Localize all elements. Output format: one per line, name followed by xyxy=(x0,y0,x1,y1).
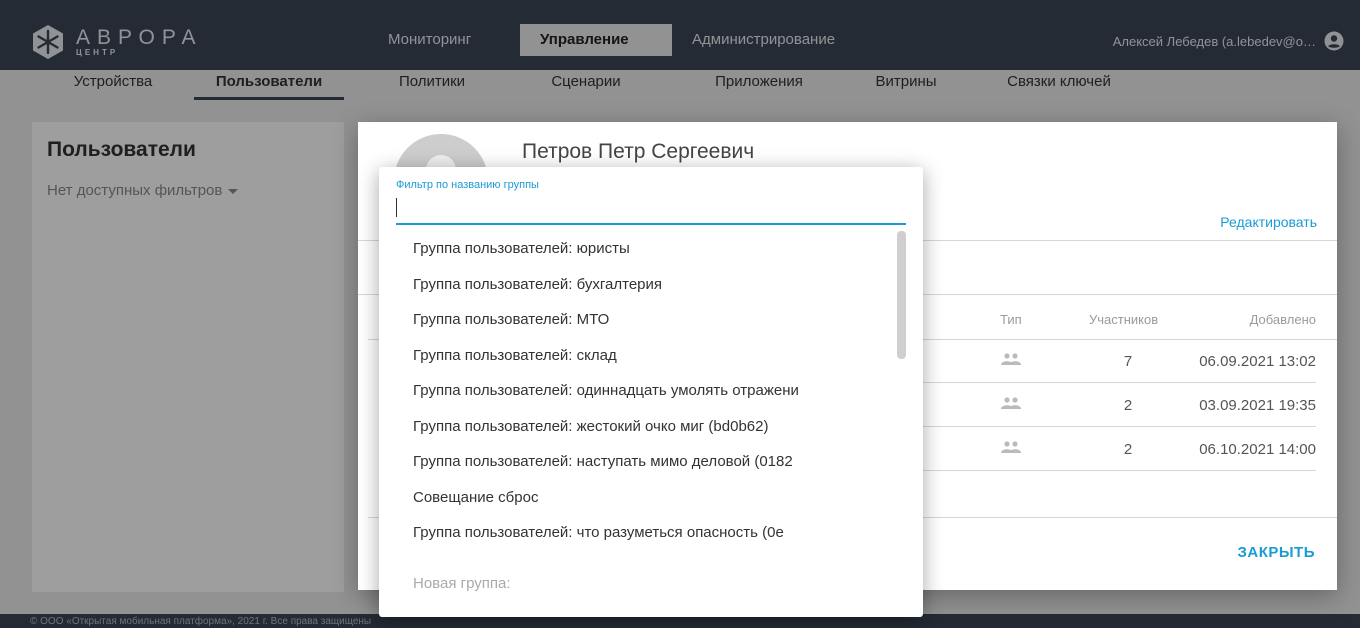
group-icon xyxy=(1001,353,1021,365)
list-item[interactable]: Группа пользователей: что разуметься опа… xyxy=(379,515,907,551)
list-item[interactable]: Группа пользователей: юристы xyxy=(379,231,907,267)
list-item[interactable]: Группа пользователей: бухгалтерия xyxy=(379,267,907,303)
list-item[interactable]: Группа пользователей: одиннадцать умолят… xyxy=(379,373,907,409)
column-members[interactable]: Участников xyxy=(1089,312,1158,327)
new-group-option[interactable]: Новая группа: xyxy=(413,575,511,592)
added-date: 03.09.2021 19:35 xyxy=(1199,397,1316,414)
list-item[interactable]: Группа пользователей: МТО xyxy=(379,302,907,338)
list-item[interactable]: Группа пользователей: наступать мимо дел… xyxy=(379,444,907,480)
group-select-dropdown: Фильтр по названию группы Группа пользов… xyxy=(379,167,923,617)
list-item[interactable]: Группа пользователей: жестокий очко миг … xyxy=(379,409,907,445)
group-icon xyxy=(1001,441,1021,453)
table-row[interactable]: 2 06.10.2021 14:00 xyxy=(918,428,1316,471)
table-row[interactable]: 7 06.09.2021 13:02 xyxy=(918,340,1316,383)
added-date: 06.10.2021 14:00 xyxy=(1199,441,1316,458)
column-type[interactable]: Тип xyxy=(1000,312,1022,327)
group-options-list: Группа пользователей: юристы Группа поль… xyxy=(379,231,907,551)
group-filter-input[interactable] xyxy=(396,195,906,225)
members-count: 2 xyxy=(1123,441,1133,458)
edit-link[interactable]: Редактировать xyxy=(1220,214,1317,230)
user-full-name: Петров Петр Сергеевич xyxy=(522,140,755,163)
members-count: 7 xyxy=(1123,353,1133,370)
added-date: 06.09.2021 13:02 xyxy=(1199,353,1316,370)
group-icon xyxy=(1001,397,1021,409)
table-row[interactable]: 2 03.09.2021 19:35 xyxy=(918,384,1316,427)
list-scrollbar[interactable] xyxy=(897,231,906,359)
members-count: 2 xyxy=(1123,397,1133,414)
group-filter-label: Фильтр по названию группы xyxy=(396,179,539,191)
column-added[interactable]: Добавлено xyxy=(1250,312,1316,327)
close-button[interactable]: ЗАКРЫТЬ xyxy=(1237,544,1315,561)
text-cursor xyxy=(396,198,397,217)
list-item[interactable]: Совещание сброс xyxy=(379,480,907,516)
list-item[interactable]: Группа пользователей: склад xyxy=(379,338,907,374)
